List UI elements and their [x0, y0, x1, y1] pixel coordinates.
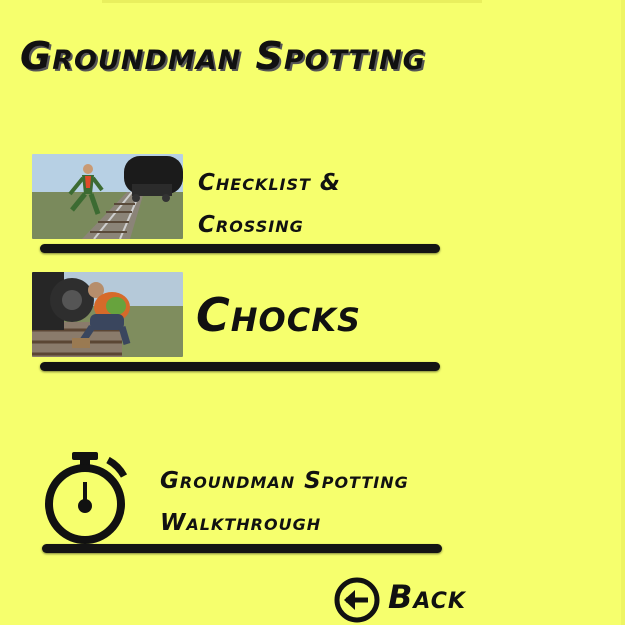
divider-underline [40, 244, 440, 253]
label-line-2: Walkthrough [160, 510, 322, 536]
label-line-1: Checklist & [198, 170, 341, 196]
top-edge-bar [102, 0, 482, 3]
menu-item-walkthrough[interactable]: Groundman Spotting Walkthrough [30, 448, 442, 558]
stopwatch-icon [42, 450, 132, 548]
groundman-crossing-tracks-image [32, 154, 183, 239]
back-label: Back [388, 578, 466, 616]
label-line-2: Crossing [198, 212, 304, 238]
menu-item-label: Chocks [196, 288, 362, 342]
page-title: Groundman Spotting [20, 34, 426, 78]
divider-underline [40, 362, 440, 371]
divider-underline [42, 544, 442, 553]
back-button[interactable]: Back [334, 574, 484, 624]
back-arrow-circle-icon [334, 577, 380, 623]
groundman-placing-chock-image [32, 272, 183, 357]
menu-item-label: Groundman Spotting Walkthrough [160, 460, 409, 544]
menu-item-label: Checklist & Crossing [198, 162, 341, 246]
menu-item-chocks[interactable]: Chocks [30, 268, 440, 373]
label-line-1: Groundman Spotting [160, 468, 409, 494]
right-edge-bar [621, 0, 625, 625]
menu-item-checklist-crossing[interactable]: Checklist & Crossing [30, 150, 440, 255]
